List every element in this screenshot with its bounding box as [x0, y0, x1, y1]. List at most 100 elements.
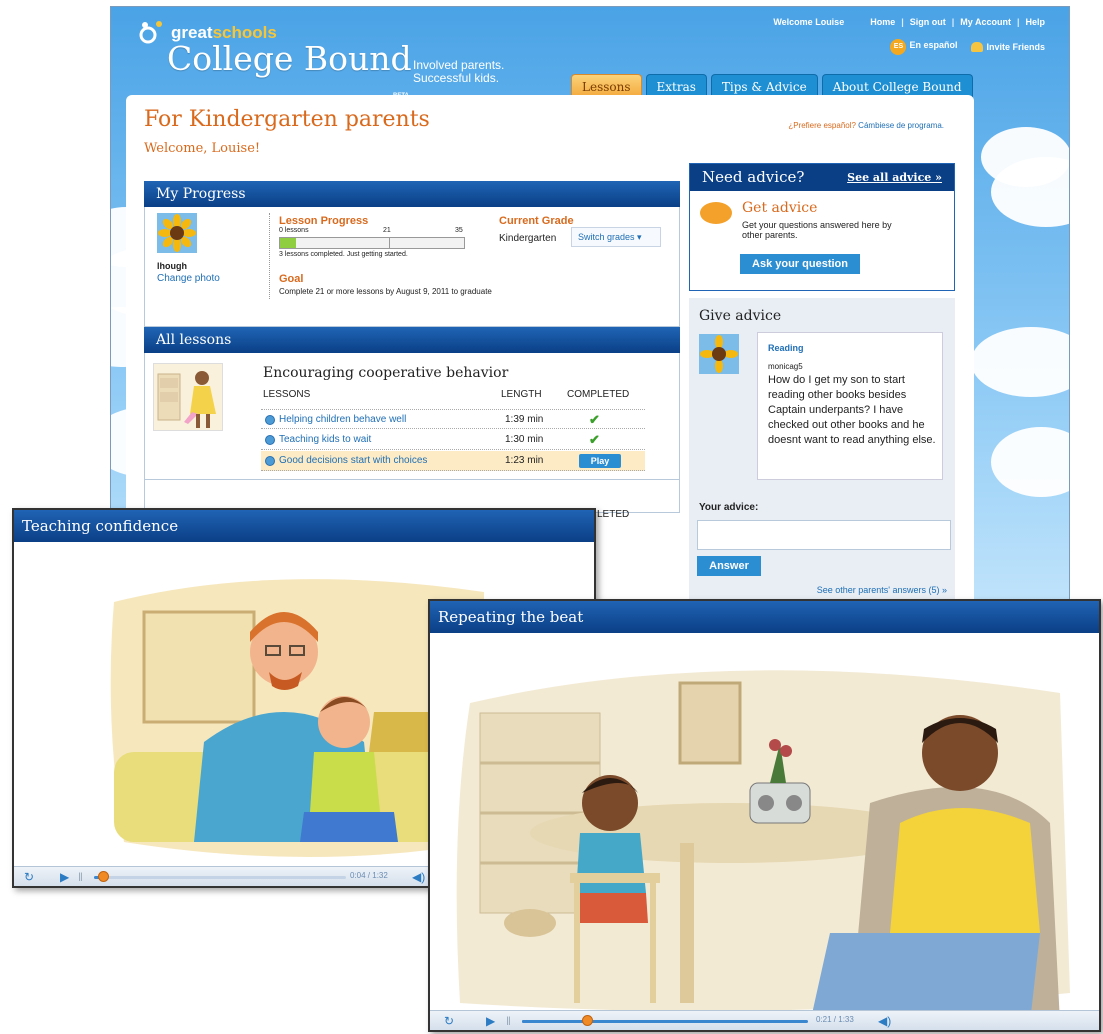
play-button[interactable]: Play [579, 454, 621, 468]
es-badge-icon: ES [890, 39, 907, 55]
get-advice-title: Get advice [742, 200, 818, 216]
current-grade-value: Kindergarten [499, 233, 557, 244]
play-circle-icon [265, 435, 275, 445]
video-scrubber[interactable] [98, 871, 110, 882]
goal-text: Complete 21 or more lessons by August 9,… [279, 287, 492, 296]
advice-textarea[interactable] [697, 520, 951, 550]
lesson-length: 1:39 min [505, 414, 544, 425]
logo-college-bound: College Bound [167, 39, 412, 78]
cloud-decoration [991, 427, 1069, 497]
replay-icon[interactable]: ↻ [444, 1014, 454, 1028]
volume-icon[interactable]: ◀) [412, 870, 425, 884]
my-progress-header: My Progress [144, 181, 680, 207]
progress-note: 3 lessons completed. Just getting starte… [279, 251, 408, 258]
lesson-name[interactable]: Teaching kids to wait [279, 434, 371, 445]
home-link[interactable]: Home [870, 17, 895, 27]
lesson-length: 1:30 min [505, 434, 544, 445]
video-track[interactable] [94, 876, 346, 879]
completed-check-icon: ✔ [589, 432, 600, 447]
col-lessons: LESSONS [263, 389, 311, 400]
lesson-thumbnail[interactable] [153, 363, 223, 431]
scale-mid: 21 [383, 227, 391, 234]
invite-friends-link[interactable]: Invite Friends [971, 42, 1045, 53]
col-length: LENGTH [501, 389, 542, 400]
video-time: 0:21 / 1:33 [816, 1015, 854, 1024]
sunflower-icon [157, 213, 197, 253]
my-account-link[interactable]: My Account [960, 17, 1011, 27]
progress-panel: lhough Change photo Lesson Progress 0 le… [144, 207, 680, 327]
video-title: Repeating the beat [430, 601, 1099, 633]
avatar [157, 213, 197, 253]
goal-title: Goal [279, 273, 304, 285]
video-controls: ↻ ▶ ‖ 0:21 / 1:33 ◀) [430, 1010, 1099, 1030]
divider [145, 479, 679, 480]
question-text: How do I get my son to start reading oth… [768, 374, 936, 446]
col-completed-partial: LETED [597, 509, 630, 520]
change-photo-link[interactable]: Change photo [157, 273, 220, 284]
switch-grades-dropdown[interactable]: Switch grades ▾ [571, 227, 661, 247]
see-other-answers-link[interactable]: See other parents' answers (5) » [817, 585, 947, 595]
father-daughter-illustration [456, 670, 1071, 1023]
volume-icon[interactable]: ◀) [878, 1014, 891, 1028]
lesson-name[interactable]: Good decisions start with choices [279, 455, 427, 466]
lesson-row[interactable]: Helping children behave well 1:39 min ✔ [261, 409, 645, 429]
right-column: Need advice? See all advice » Get advice… [689, 163, 955, 600]
scale-end: 35 [455, 227, 463, 234]
play-icon[interactable]: ▶ [486, 1014, 495, 1028]
get-advice-description: Get your questions answered here by othe… [742, 220, 892, 240]
scale-start: 0 lessons [279, 227, 309, 234]
top-links: Welcome Louise Home | Sign out | My Accoun… [773, 17, 1045, 27]
video-title: Teaching confidence [14, 510, 594, 542]
pause-icon[interactable]: ‖ [78, 870, 83, 884]
espanol-link[interactable]: ES En español [890, 39, 957, 55]
goal-tick [389, 238, 390, 248]
lesson-progress-fill [280, 238, 296, 248]
logo-mark-icon [139, 21, 162, 44]
page-welcome: Welcome, Louise! [144, 141, 261, 156]
see-all-advice-link[interactable]: See all advice » [847, 164, 942, 191]
lesson-row[interactable]: Good decisions start with choices 1:23 m… [261, 451, 645, 471]
play-icon[interactable]: ▶ [60, 870, 69, 884]
lessons-panel: Encouraging cooperative behavior LESSONS… [144, 353, 680, 520]
your-advice-label: Your advice: [699, 502, 759, 513]
left-column: My Progress lhough Change photo Lesson P… [144, 181, 680, 520]
logo-tagline: Involved parents. Successful kids. [413, 58, 505, 85]
avatar [699, 334, 739, 374]
video-player-repeating-the-beat: Repeating the beat ↻ ▶ ‖ 0:21 / 1:33 ◀) [428, 599, 1101, 1032]
switch-language[interactable]: ¿Prefiere español? Cámbiese de programa. [788, 121, 944, 130]
give-advice-panel: Give advice Reading monicag5 How do I ge… [689, 298, 955, 600]
pause-icon[interactable]: ‖ [506, 1014, 511, 1028]
need-advice-panel: Need advice? See all advice » Get advice… [689, 163, 955, 291]
play-circle-icon [265, 415, 275, 425]
play-circle-icon [265, 456, 275, 466]
answer-button[interactable]: Answer [697, 556, 761, 576]
lesson-progress-title: Lesson Progress [279, 215, 369, 227]
video-stage[interactable]: ↻ ▶ ‖ 0:21 / 1:33 ◀) [430, 633, 1099, 1030]
sign-out-link[interactable]: Sign out [910, 17, 946, 27]
lesson-row[interactable]: Teaching kids to wait 1:30 min ✔ [261, 430, 645, 450]
welcome-top: Welcome Louise [773, 17, 845, 27]
lesson-length: 1:23 min [505, 455, 544, 466]
completed-check-icon: ✔ [589, 412, 600, 427]
question-topic[interactable]: Reading [768, 343, 804, 353]
current-grade-title: Current Grade [499, 215, 574, 227]
help-link[interactable]: Help [1025, 17, 1045, 27]
lesson-group-title: Encouraging cooperative behavior [263, 365, 509, 381]
ask-question-button[interactable]: Ask your question [740, 254, 860, 274]
video-progress [522, 1020, 588, 1023]
give-advice-title: Give advice [699, 308, 782, 324]
replay-icon[interactable]: ↻ [24, 870, 34, 884]
page-title: For Kindergarten parents [144, 107, 430, 132]
lang-row: ES En español Invite Friends [890, 39, 1045, 55]
all-lessons-header: All lessons [144, 327, 680, 353]
video-time: 0:04 / 1:32 [350, 871, 388, 880]
question-card: Reading monicag5 How do I get my son to … [757, 332, 943, 480]
need-advice-header: Need advice? See all advice » [690, 164, 954, 191]
divider [269, 213, 270, 299]
col-completed: COMPLETED [567, 389, 630, 400]
lesson-name[interactable]: Helping children behave well [279, 414, 406, 425]
cloud-decoration [971, 327, 1069, 397]
lesson-progress-bar [279, 237, 465, 249]
friends-icon [971, 42, 984, 53]
video-scrubber[interactable] [581, 1015, 593, 1026]
